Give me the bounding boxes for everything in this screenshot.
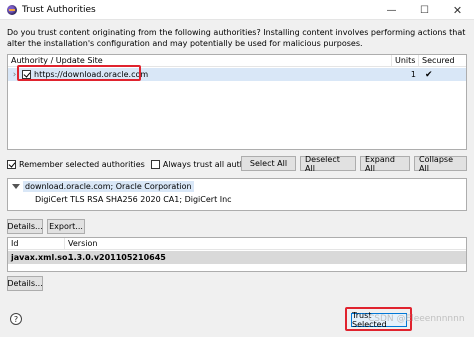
authority-checkbox[interactable] bbox=[22, 70, 31, 79]
unit-buttons: Details... bbox=[7, 276, 47, 291]
collapse-all-button[interactable]: Collapse All bbox=[414, 155, 467, 173]
certificate-tree: download.oracle.com; Oracle Corporation … bbox=[7, 178, 467, 211]
remember-option[interactable]: Remember selected authorities bbox=[7, 159, 145, 169]
column-header-version[interactable]: Version bbox=[65, 238, 466, 249]
column-header-units[interactable]: Units bbox=[392, 55, 419, 66]
unit-details-button[interactable]: Details... bbox=[7, 276, 43, 291]
window-title: Trust Authorities bbox=[22, 4, 96, 15]
certificate-subject: download.oracle.com; Oracle Corporation bbox=[23, 181, 194, 192]
certificate-buttons: Details... Export... bbox=[7, 219, 89, 234]
options-row: Remember selected authorities Always tru… bbox=[7, 155, 467, 173]
window-controls: — ☐ ✕ bbox=[375, 0, 474, 20]
maximize-button[interactable]: ☐ bbox=[408, 0, 441, 20]
select-all-button[interactable]: Select All bbox=[241, 156, 296, 171]
expand-all-button[interactable]: Expand All bbox=[360, 155, 410, 173]
always-trust-checkbox[interactable] bbox=[150, 159, 160, 169]
column-header-id[interactable]: Id bbox=[8, 238, 65, 249]
intro-text: Do you trust content originating from th… bbox=[7, 28, 466, 48]
unit-version-cell: 1.3.0.v201105210645 bbox=[68, 253, 166, 262]
column-header-authority[interactable]: Authority / Update Site bbox=[8, 55, 392, 66]
table-row[interactable]: javax.xml.so... 1.3.0.v201105210645 bbox=[8, 251, 466, 264]
unit-id-cell: javax.xml.so... bbox=[11, 253, 77, 262]
eclipse-icon bbox=[7, 4, 17, 15]
remember-label: Remember selected authorities bbox=[19, 159, 145, 169]
units-table: Id Version javax.xml.so... 1.3.0.v201105… bbox=[7, 237, 467, 272]
authority-site-url: https://download.oracle.com bbox=[34, 70, 149, 79]
column-header-secured[interactable]: Secured bbox=[419, 55, 466, 66]
secured-check-icon: ✔ bbox=[425, 69, 433, 80]
expand-arrow-icon[interactable]: › bbox=[10, 70, 19, 80]
title-bar: Trust Authorities — ☐ ✕ bbox=[0, 0, 474, 20]
watermark: CSDN @Eleeennnnnn bbox=[368, 314, 465, 324]
units-cell: 1 bbox=[410, 70, 416, 79]
certificate-issuer[interactable]: DigiCert TLS RSA SHA256 2020 CA1; DigiCe… bbox=[35, 194, 232, 205]
units-table-header: Id Version bbox=[8, 238, 466, 250]
details-button[interactable]: Details... bbox=[7, 219, 43, 234]
deselect-all-button[interactable]: Deselect All bbox=[300, 155, 356, 173]
authorities-table-header: Authority / Update Site Units Secured bbox=[8, 55, 466, 67]
remember-checkbox[interactable] bbox=[7, 159, 16, 169]
help-icon[interactable]: ? bbox=[10, 313, 22, 325]
collapse-arrow-icon[interactable] bbox=[12, 184, 20, 189]
minimize-button[interactable]: — bbox=[375, 0, 408, 20]
authority-cell: › https://download.oracle.com bbox=[8, 70, 392, 80]
export-button[interactable]: Export... bbox=[47, 219, 85, 234]
certificate-subject-row[interactable]: download.oracle.com; Oracle Corporation bbox=[12, 181, 194, 192]
authorities-table: Authority / Update Site Units Secured › … bbox=[7, 54, 467, 150]
table-row[interactable]: › https://download.oracle.com 1 ✔ bbox=[8, 68, 466, 81]
close-button[interactable]: ✕ bbox=[441, 0, 474, 20]
